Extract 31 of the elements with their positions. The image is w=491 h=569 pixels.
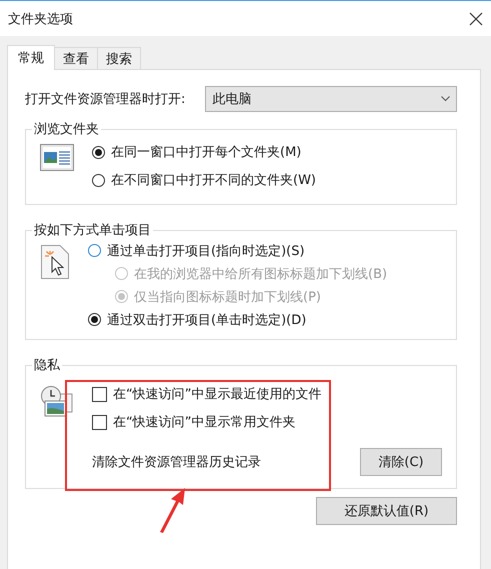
radio-button[interactable]	[92, 146, 105, 158]
chevron-icon	[441, 96, 450, 102]
radio-button[interactable]	[88, 244, 101, 257]
tab[interactable]: 搜索	[97, 47, 141, 69]
option-label: 在不同窗口中打开不同的文件夹(W)	[111, 172, 316, 189]
annotation-arrow	[158, 487, 188, 533]
group-title: 按如下方式单击项目	[33, 222, 152, 239]
radio-button[interactable]	[92, 174, 105, 186]
clear-history-label: 清除文件资源管理器历史记录	[92, 454, 261, 471]
checkbox[interactable]	[92, 414, 107, 430]
clock-picture-icon	[40, 386, 74, 418]
checkbox[interactable]	[92, 386, 107, 402]
option-label: 仅当指向图标标题时加下划线(P)	[134, 288, 321, 306]
open-label: 打开文件资源管理器时打开:	[25, 91, 186, 108]
option-label: 在同一窗口中打开每个文件夹(M)	[111, 144, 302, 161]
restore-defaults-button[interactable]: 还原默认值(R)	[316, 497, 457, 525]
group-title: 隐私	[33, 357, 61, 374]
checkbox-label: 在“快速访问”中显示常用文件夹	[113, 414, 296, 431]
open-dropdown[interactable]: 此电脑	[205, 86, 457, 112]
radio-button[interactable]	[88, 313, 101, 326]
window-title: 文件夹选项	[8, 10, 73, 28]
option-label: 通过单击打开项目(指向时选定)(S)	[107, 242, 305, 260]
tab[interactable]: 常规	[7, 45, 55, 70]
window-preview-icon	[40, 144, 74, 171]
option-label: 通过双击打开项目(单击时选定)(D)	[107, 312, 306, 328]
group-title: 浏览文件夹	[33, 121, 100, 138]
clear-button[interactable]: 清除(C)	[360, 448, 442, 476]
checkbox-label: 在“快速访问”中显示最近使用的文件	[113, 386, 322, 403]
pointer-page-icon	[40, 245, 70, 279]
close-icon[interactable]	[469, 12, 483, 26]
option-label: 在我的浏览器中给所有图标标题加下划线(B)	[134, 266, 388, 282]
